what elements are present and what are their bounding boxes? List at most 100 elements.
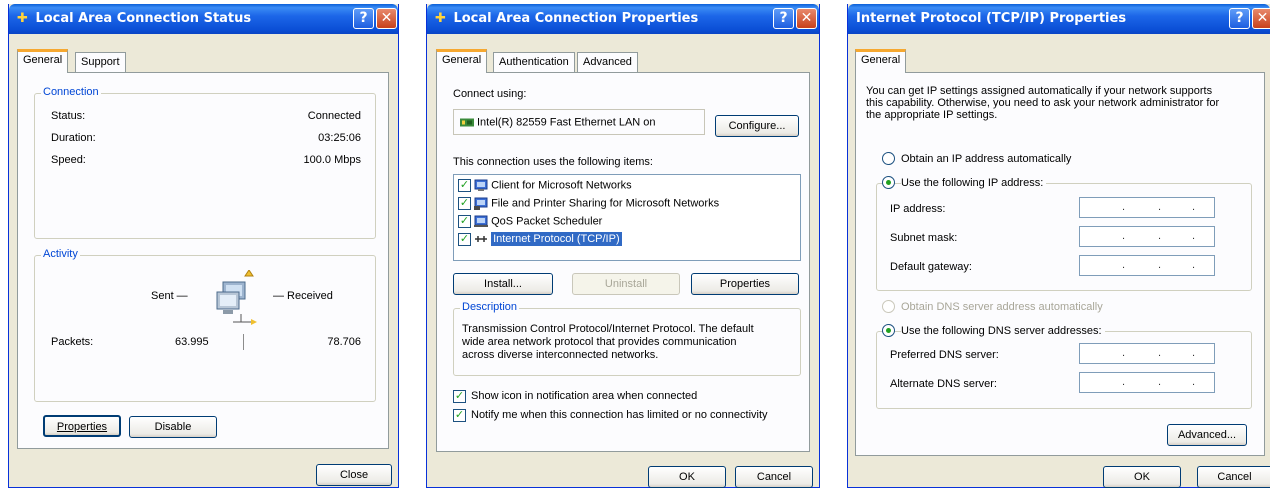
item-checkbox[interactable]: ✓ [458,197,471,210]
tcpip-window-title: Internet Protocol (TCP/IP) Properties [856,11,1127,26]
status-window-title: Local Area Connection Status [35,11,252,26]
cancel-button[interactable]: Cancel [1197,466,1270,488]
subnet-mask-label: Subnet mask: [890,232,958,244]
duration-value: 03:25:06 [318,132,361,144]
network-icon: ✚ [435,11,446,26]
packets-received: 78.706 [327,336,361,348]
status-value: Connected [307,110,361,122]
cancel-button[interactable]: Cancel [735,466,813,488]
configure-label: Configure... [728,120,786,132]
advanced-label: Advanced... [1177,429,1237,441]
adapter-field: Intel(R) 82559 Fast Ethernet LAN on [453,109,705,135]
description-line: across diverse interconnected networks. [462,349,659,361]
close-window-button[interactable]: ✕ [796,8,817,29]
description-line: Transmission Control Protocol/Internet P… [462,323,754,335]
client-network-icon [474,179,488,191]
close-window-button[interactable]: ✕ [376,8,397,29]
adapter-name: Intel(R) 82559 Fast Ethernet LAN on [477,116,656,129]
item-label: File and Printer Sharing for Microsoft N… [491,197,720,210]
preferred-dns-field[interactable]: ... [1079,343,1215,364]
properties-window: ✚ Local Area Connection Properties ? ✕ G… [426,4,820,488]
computers-activity-icon [216,270,257,325]
file-sharing-icon [474,197,488,210]
item-label: Internet Protocol (TCP/IP) [491,232,622,247]
ok-button[interactable]: OK [648,466,726,488]
qos-icon [474,215,489,227]
alternate-dns-label: Alternate DNS server: [890,378,997,390]
default-gateway-label: Default gateway: [890,261,972,273]
item-checkbox[interactable]: ✓ [458,233,471,246]
intro-line: the appropriate IP settings. [866,109,998,121]
sent-label: Sent — [151,290,188,302]
list-item[interactable]: ✓ QoS Packet Scheduler [458,215,602,233]
adapter-row: Intel(R) 82559 Fast Ethernet LAN on [460,116,656,129]
show-icon-checkbox[interactable]: ✓ [453,390,466,403]
tab-general[interactable]: General [855,49,907,73]
cancel-label: Cancel [1217,471,1252,483]
tab-advanced[interactable]: Advanced [577,52,638,73]
item-checkbox[interactable]: ✓ [458,215,471,228]
close-button[interactable]: Close [316,464,392,486]
help-button[interactable]: ? [773,8,794,29]
network-icon: ✚ [17,11,28,26]
default-gateway-field[interactable]: ... [1079,255,1215,276]
connection-group-label: Connection [41,86,101,98]
close-window-button[interactable]: ✕ [1252,8,1270,29]
help-button[interactable]: ? [353,8,374,29]
item-label: QoS Packet Scheduler [491,215,603,228]
configure-button[interactable]: Configure... [715,115,799,137]
ok-button[interactable]: OK [1103,466,1181,488]
use-following-dns-label: Use the following DNS server addresses: [901,325,1105,337]
speed-label: Speed: [51,154,86,166]
notify-label: Notify me when this connection has limit… [471,409,768,421]
close-label: Close [339,469,369,481]
intro-line: this capability. Otherwise, you need to … [866,97,1220,109]
packets-label: Packets: [51,336,94,348]
use-following-ip-radio[interactable] [882,176,895,189]
tab-support[interactable]: Support [75,52,126,73]
tab-general[interactable]: General [436,49,488,73]
list-item[interactable]: ✓ Client for Microsoft Networks [458,179,632,197]
use-following-ip-label: Use the following IP address: [901,177,1047,189]
disable-label: Disable [154,421,192,433]
install-button[interactable]: Install... [453,273,553,295]
uninstall-button[interactable]: Uninstall [572,273,680,295]
obtain-dns-auto-radio[interactable] [882,300,895,313]
help-button[interactable]: ? [1229,8,1250,29]
obtain-ip-auto-label: Obtain an IP address automatically [901,153,1072,165]
tab-general[interactable]: General [17,49,69,73]
use-following-dns-radio[interactable] [882,324,895,337]
tcpip-titlebar: Internet Protocol (TCP/IP) Properties ? … [848,4,1270,34]
status-window: ✚ Local Area Connection Status ? ✕ Gener… [8,4,399,488]
ok-label: OK [679,471,695,483]
list-item[interactable]: ✓ File and Printer Sharing for Microsoft… [458,197,719,215]
ip-address-label: IP address: [890,203,946,215]
connect-using-label: Connect using: [453,88,527,100]
preferred-dns-label: Preferred DNS server: [890,349,999,361]
install-label: Install... [484,278,522,290]
disable-button[interactable]: Disable [129,416,217,438]
item-label: Client for Microsoft Networks [491,179,632,192]
status-properties-button[interactable]: Properties [43,415,121,437]
notify-checkbox[interactable]: ✓ [453,409,466,422]
properties-tab-panel: Connect using: Intel(R) 82559 Fast Ether… [436,72,810,452]
ip-address-field[interactable]: ... [1079,197,1215,218]
subnet-mask-field[interactable]: ... [1079,226,1215,247]
advanced-button[interactable]: Advanced... [1167,424,1247,446]
tcpip-tab-panel: You can get IP settings assigned automat… [855,72,1265,456]
list-item-selected[interactable]: ✓ Internet Protocol (TCP/IP) [458,232,622,251]
tab-authentication[interactable]: Authentication [493,52,575,73]
item-properties-button[interactable]: Properties [691,273,799,295]
ok-label: OK [1134,471,1150,483]
received-label: — Received [273,290,333,302]
obtain-ip-auto-radio[interactable] [882,152,895,165]
components-list[interactable]: ✓ Client for Microsoft Networks ✓ File a… [453,174,801,261]
show-icon-label: Show icon in notification area when conn… [471,390,698,402]
network-card-icon [460,118,474,127]
alternate-dns-field[interactable]: ... [1079,372,1215,393]
item-checkbox[interactable]: ✓ [458,179,471,192]
properties-window-title: Local Area Connection Properties [453,11,699,26]
activity-group: Activity Sent — — Received Packets: 63.9… [34,248,376,402]
activity-group-label: Activity [41,248,80,260]
status-label: Status: [51,110,86,122]
